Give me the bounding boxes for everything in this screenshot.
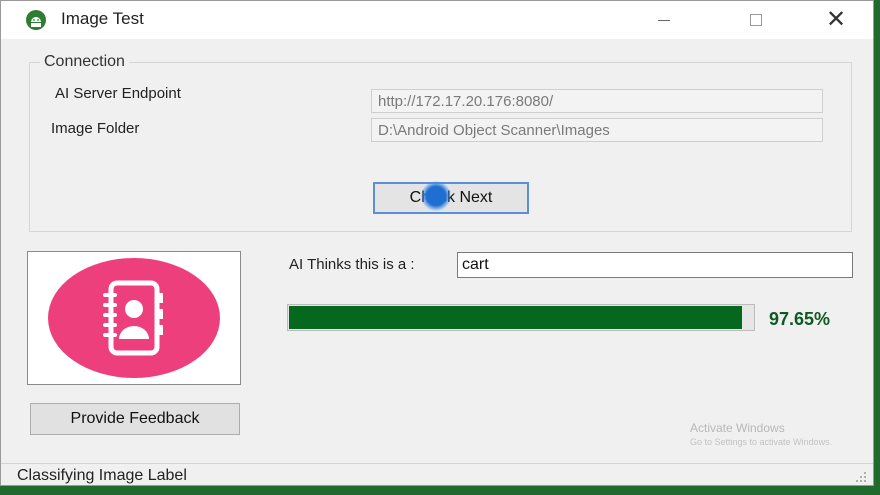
status-bar: Classifying Image Label [1,463,873,487]
image-circle [48,258,220,378]
image-preview [27,251,241,385]
maximize-icon [750,14,762,26]
folder-label: Image Folder [51,120,140,137]
folder-field[interactable] [371,118,823,142]
endpoint-field[interactable] [371,89,823,113]
resize-grip-icon[interactable] [855,471,867,483]
window-title: Image Test [61,9,144,28]
confidence-progress-bar [287,304,755,331]
title-bar[interactable]: Image Test ✕ [1,1,873,39]
activate-windows-title: Activate Windows [690,421,785,435]
status-text: Classifying Image Label [17,467,187,484]
confidence-progress-fill [289,306,743,329]
close-button[interactable]: ✕ [813,1,859,39]
endpoint-label: AI Server Endpoint [55,85,181,102]
minimize-button[interactable] [641,1,687,39]
cursor-indicator [421,181,451,211]
activate-windows-hint: Go to Settings to activate Windows. [690,437,833,447]
close-icon: ✕ [825,6,847,33]
prediction-field[interactable] [457,252,853,278]
confidence-percent: 97.65% [769,309,831,329]
contacts-book-icon [103,280,163,356]
minimize-icon [658,19,670,21]
android-icon [26,10,46,30]
app-window: Image Test ✕ Connection AI Server Endpoi… [0,0,874,486]
connection-group-title: Connection [40,53,129,71]
prediction-label: AI Thinks this is a : [289,256,415,273]
provide-feedback-button[interactable]: Provide Feedback [30,403,240,435]
check-next-button[interactable]: Check Next [373,182,529,214]
maximize-button[interactable] [733,1,779,39]
